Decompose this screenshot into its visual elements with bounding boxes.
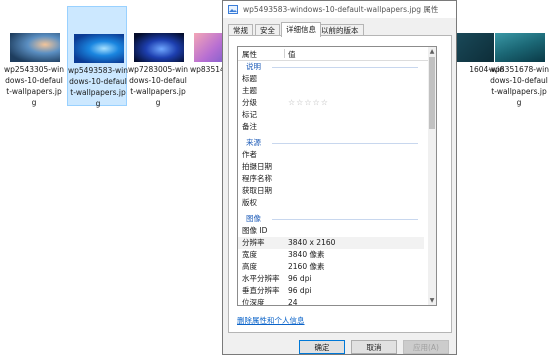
property-name: 标题 <box>242 74 257 83</box>
property-row-rating[interactable]: 分级 ☆☆☆☆☆ <box>238 97 424 109</box>
property-value: 3840 像素 <box>288 250 325 259</box>
file-thumbnail <box>74 34 124 63</box>
file-name: wp2543305-windows-10-default-wallpapers.… <box>4 65 64 107</box>
property-row-copyright[interactable]: 版权 <box>238 197 424 209</box>
scroll-thumb[interactable] <box>429 57 435 129</box>
property-row-tags[interactable]: 标记 <box>238 109 424 121</box>
file-thumbnail <box>495 33 545 62</box>
property-grid[interactable]: 属性 值 说明 标题 主题 分级 ☆☆☆☆☆ 标记 备注 来源 作者 拍摄日期 … <box>237 46 437 306</box>
property-name: 备注 <box>242 122 257 131</box>
file-tile[interactable]: wp2543305-windows-10-default-wallpapers.… <box>4 6 64 107</box>
property-value: 2160 像素 <box>288 262 325 271</box>
column-header-value[interactable]: 值 <box>288 49 296 60</box>
property-name: 程序名称 <box>242 174 272 183</box>
property-row-date-acquired[interactable]: 获取日期 <box>238 185 424 197</box>
column-separator[interactable] <box>284 49 285 58</box>
property-row-authors[interactable]: 作者 <box>238 149 424 161</box>
ok-button[interactable]: 确定 <box>299 340 345 354</box>
section-divider <box>272 219 418 220</box>
section-title: 说明 <box>246 62 261 71</box>
properties-dialog: wp5493583-windows-10-default-wallpapers.… <box>222 0 457 355</box>
property-value: 3840 x 2160 <box>288 238 336 247</box>
property-name: 标记 <box>242 110 257 119</box>
property-name: 拍摄日期 <box>242 162 272 171</box>
file-thumbnail <box>10 33 60 62</box>
vertical-scrollbar[interactable]: ▲ ▼ <box>428 47 436 305</box>
property-row-bit-depth[interactable]: 位深度 24 <box>238 297 424 306</box>
property-row-comments[interactable]: 备注 <box>238 121 424 133</box>
section-description: 说明 <box>238 61 424 73</box>
property-name: 分辨率 <box>242 238 265 247</box>
scroll-up-arrow-icon[interactable]: ▲ <box>428 47 436 56</box>
dialog-title: wp5493583-windows-10-default-wallpapers.… <box>243 5 439 14</box>
image-file-icon <box>228 5 238 14</box>
column-header-property[interactable]: 属性 <box>242 49 257 60</box>
property-row-horizontal-resolution[interactable]: 水平分辨率 96 dpi <box>238 273 424 285</box>
property-name: 获取日期 <box>242 186 272 195</box>
property-name: 垂直分辨率 <box>242 286 280 295</box>
property-row-title[interactable]: 标题 <box>238 73 424 85</box>
property-row-image-id[interactable]: 图像 ID <box>238 225 424 237</box>
property-name: 图像 ID <box>242 226 268 235</box>
section-divider <box>272 67 418 68</box>
file-name: wp7283005-windows-10-default-wallpapers.… <box>128 65 188 107</box>
remove-properties-link[interactable]: 删除属性和个人信息 <box>237 315 305 326</box>
property-name: 版权 <box>242 198 257 207</box>
dialog-titlebar[interactable]: wp5493583-windows-10-default-wallpapers.… <box>223 1 456 18</box>
property-name: 水平分辨率 <box>242 274 280 283</box>
file-tile-selected[interactable]: wp5493583-windows-10-default-wallpapers.… <box>67 6 128 108</box>
apply-button[interactable]: 应用(A) <box>403 340 449 354</box>
property-name: 宽度 <box>242 250 257 259</box>
property-name: 高度 <box>242 262 257 271</box>
scroll-down-arrow-icon[interactable]: ▼ <box>428 296 436 305</box>
file-name: wp5493583-windows-10-default-wallpapers.… <box>68 66 128 108</box>
property-row-program[interactable]: 程序名称 <box>238 173 424 185</box>
file-tile[interactable]: wp7283005-windows-10-default-wallpapers.… <box>128 6 188 107</box>
cancel-button[interactable]: 取消 <box>351 340 397 354</box>
rating-stars[interactable]: ☆☆☆☆☆ <box>288 97 329 109</box>
section-title: 来源 <box>246 138 261 147</box>
property-name: 位深度 <box>242 298 265 306</box>
section-divider <box>272 143 418 144</box>
property-name: 作者 <box>242 150 257 159</box>
details-panel: 属性 值 说明 标题 主题 分级 ☆☆☆☆☆ 标记 备注 来源 作者 拍摄日期 … <box>228 35 452 333</box>
section-origin: 来源 <box>238 137 424 149</box>
property-value: 24 <box>288 298 298 306</box>
property-row-dimensions[interactable]: 分辨率 3840 x 2160 <box>238 237 424 249</box>
file-thumbnail <box>134 33 184 62</box>
tab-details[interactable]: 详细信息 <box>281 22 321 37</box>
property-row-height[interactable]: 高度 2160 像素 <box>238 261 424 273</box>
file-thumbnail <box>454 33 494 62</box>
property-row-width[interactable]: 宽度 3840 像素 <box>238 249 424 261</box>
property-value: 96 dpi <box>288 274 312 283</box>
property-value: 96 dpi <box>288 286 312 295</box>
file-name: wp8351678-windows-10-default-wallpapers.… <box>489 65 549 107</box>
file-tile[interactable]: wp8351678-windows-10-default-wallpapers.… <box>489 6 549 107</box>
section-image: 图像 <box>238 213 424 225</box>
property-row-vertical-resolution[interactable]: 垂直分辨率 96 dpi <box>238 285 424 297</box>
property-row-date-taken[interactable]: 拍摄日期 <box>238 161 424 173</box>
property-name: 分级 <box>242 98 257 107</box>
grid-header: 属性 值 <box>238 47 428 61</box>
section-title: 图像 <box>246 214 261 223</box>
property-name: 主题 <box>242 86 257 95</box>
property-row-subject[interactable]: 主题 <box>238 85 424 97</box>
